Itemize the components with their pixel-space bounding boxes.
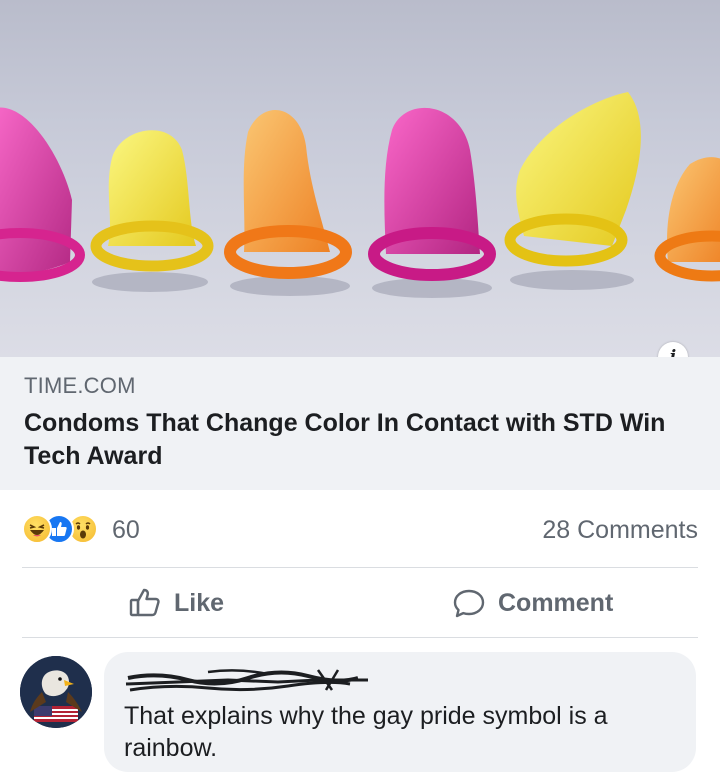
link-preview-image[interactable] [0,0,720,357]
reaction-count[interactable]: 60 [112,516,140,545]
thumbs-up-icon [129,588,160,617]
link-headline[interactable]: Condoms That Change Color In Contact wit… [24,407,694,473]
comment-button-label: Comment [498,589,614,617]
link-domain: TIME.COM [24,373,136,398]
like-button-label: Like [174,589,225,617]
comment-bubble[interactable]: That explains why the gay pride symbol i… [104,652,696,772]
comment-bubble-icon [453,589,485,618]
eagle-flag-avatar-icon [20,656,92,728]
reaction-icons[interactable] [22,514,112,544]
link-caption[interactable]: TIME.COM Condoms That Change Color In Co… [0,357,720,490]
redacted-name-scribble [125,669,368,692]
action-bar: Like Comment [0,569,720,637]
divider [22,567,698,568]
comments-count-link[interactable]: 28 Comments [542,516,698,545]
comment-text: That explains why the gay pride symbol i… [124,702,608,762]
condoms-photo [0,92,720,298]
commenter-avatar[interactable] [20,656,92,728]
reactions-summary: 60 28 Comments [0,490,720,568]
divider [22,637,698,638]
haha-icon [22,514,52,544]
